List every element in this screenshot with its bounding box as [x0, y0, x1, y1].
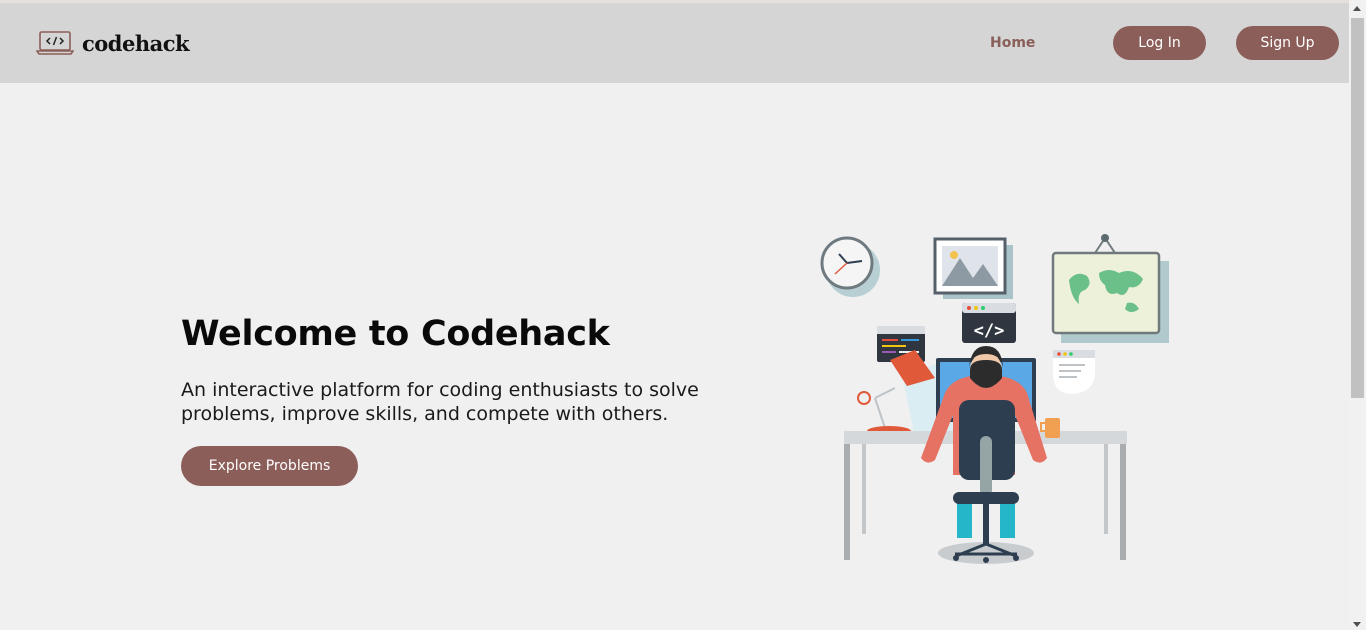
- navbar: codehack Home Log In Sign Up: [0, 3, 1349, 83]
- scrollbar-thumb[interactable]: [1351, 18, 1364, 398]
- clock-icon: [820, 236, 880, 297]
- world-map-icon: [1051, 234, 1169, 343]
- scroll-up-arrow-icon[interactable]: [1353, 6, 1361, 11]
- developer-illustration: </>: [820, 234, 1169, 564]
- laptop-code-icon: [36, 31, 74, 55]
- brand-name: codehack: [82, 30, 190, 56]
- explore-problems-button[interactable]: Explore Problems: [181, 446, 358, 486]
- code-window-icon: </>: [962, 303, 1016, 343]
- login-button[interactable]: Log In: [1113, 26, 1206, 60]
- note-card-icon: [1053, 350, 1095, 394]
- nav-home-link[interactable]: Home: [990, 35, 1035, 51]
- hero-title: Welcome to Codehack: [181, 314, 610, 354]
- hero-subtitle: An interactive platform for coding enthu…: [181, 379, 699, 425]
- signup-button[interactable]: Sign Up: [1236, 26, 1339, 60]
- scroll-down-arrow-icon[interactable]: [1353, 622, 1361, 627]
- brand-logo[interactable]: codehack: [36, 29, 190, 57]
- code-tag: </>: [974, 321, 1005, 341]
- picture-frame-icon: [933, 237, 1013, 299]
